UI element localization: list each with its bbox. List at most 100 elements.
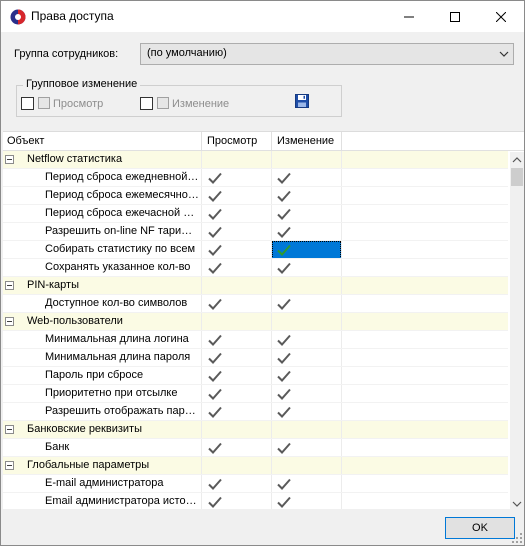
table-row[interactable]: Доступное кол-во символов [3,295,508,313]
scroll-down-icon[interactable] [512,500,522,508]
view-check-icon[interactable] [208,406,222,418]
group-edit-state [157,97,169,109]
edit-check-icon[interactable] [277,226,291,238]
table-row[interactable]: Сохранять указанное кол-во [3,259,508,277]
app-icon [10,9,26,25]
table-row[interactable]: Разрешить on-line NF тарифицирование [3,223,508,241]
view-check-icon[interactable] [208,496,222,508]
row-object-label: Пароль при сбросе [45,369,144,381]
group-change-legend: Групповое изменение [23,78,141,90]
grid-header: Объект Просмотр Изменение [3,132,524,151]
view-check-icon[interactable] [208,226,222,238]
row-object-label: Доступное кол-во символов [45,297,188,309]
scroll-up-icon[interactable] [512,156,522,164]
edit-check-icon[interactable] [277,406,291,418]
group-view-state [38,97,50,109]
view-check-icon[interactable] [208,172,222,184]
view-check-icon[interactable] [208,262,222,274]
group-row[interactable]: PIN-карты [3,277,508,295]
group-row[interactable]: Netflow статистика [3,151,508,169]
view-check-icon[interactable] [208,478,222,490]
edit-check-icon[interactable] [277,244,291,256]
vertical-scrollbar[interactable] [510,152,524,509]
view-check-icon[interactable] [208,352,222,364]
edit-check-icon[interactable] [277,496,291,508]
chevron-down-icon [499,51,509,57]
collapse-icon[interactable] [5,425,14,434]
title-bar[interactable]: Права доступа [1,1,524,32]
edit-check-icon[interactable] [277,442,291,454]
table-row[interactable]: Приоритетно при отсылке [3,385,508,403]
table-row[interactable]: Email администратора историй [3,493,508,509]
edit-check-icon[interactable] [277,388,291,400]
view-check-icon[interactable] [208,208,222,220]
view-check-icon[interactable] [208,370,222,382]
resize-grip-icon[interactable] [512,533,522,543]
close-icon [496,11,506,22]
edit-check-icon[interactable] [277,208,291,220]
table-row[interactable]: Банк [3,439,508,457]
row-object-label: Приоритетно при отсылке [45,387,178,399]
minimize-button[interactable] [386,1,432,32]
row-object-label: Сохранять указанное кол-во [45,261,191,273]
table-row[interactable]: E-mail администратора [3,475,508,493]
table-row[interactable]: Собирать статистику по всем [3,241,508,259]
edit-check-icon[interactable] [277,370,291,382]
row-object-label: Минимальная длина логина [45,333,189,345]
ok-button[interactable]: OK [445,517,515,539]
edit-check-icon[interactable] [277,352,291,364]
row-object-label: Банк [45,441,70,453]
row-object-label: Минимальная длина пароля [45,351,191,363]
minimize-icon [404,16,414,17]
group-row-label: Банковские реквизиты [27,423,142,435]
permissions-dialog: Права доступа Группа сотрудников: (по ум… [0,0,525,546]
scrollbar-thumb[interactable] [511,168,523,186]
collapse-icon[interactable] [5,281,14,290]
edit-check-icon[interactable] [277,262,291,274]
table-row[interactable]: Разрешить отображать пароль [3,403,508,421]
column-header-edit[interactable]: Изменение [277,135,334,147]
row-object-label: Разрешить on-line NF тарифицирование [45,225,199,237]
group-row[interactable]: Глобальные параметры [3,457,508,475]
employee-group-value: (по умолчанию) [147,47,227,59]
row-object-label: Собирать статистику по всем [45,243,196,255]
maximize-button[interactable] [432,1,478,32]
employee-group-select[interactable]: (по умолчанию) [140,43,514,65]
collapse-icon[interactable] [5,317,14,326]
collapse-icon[interactable] [5,461,14,470]
table-row[interactable]: Период сброса ежедневной статистики [3,169,508,187]
row-object-label: E-mail администратора [45,477,164,489]
row-object-label: Период сброса ежедневной статистики [45,171,199,183]
table-row[interactable]: Пароль при сбросе [3,367,508,385]
permissions-grid: Объект Просмотр Изменение Netflow статис… [3,131,524,509]
group-edit-checkbox[interactable] [140,97,153,110]
close-button[interactable] [478,1,524,32]
column-header-object[interactable]: Объект [7,135,44,147]
group-row-label: PIN-карты [27,279,79,291]
row-object-label: Разрешить отображать пароль [45,405,199,417]
save-icon[interactable] [295,94,309,108]
edit-check-icon[interactable] [277,334,291,346]
row-object-label: Период сброса ежечасной статистики [45,207,199,219]
edit-check-icon[interactable] [277,478,291,490]
group-row[interactable]: Банковские реквизиты [3,421,508,439]
view-check-icon[interactable] [208,388,222,400]
view-check-icon[interactable] [208,334,222,346]
table-row[interactable]: Минимальная длина логина [3,331,508,349]
view-check-icon[interactable] [208,442,222,454]
table-row[interactable]: Минимальная длина пароля [3,349,508,367]
table-row[interactable]: Период сброса ежемесячной статистики [3,187,508,205]
table-row[interactable]: Период сброса ежечасной статистики [3,205,508,223]
view-check-icon[interactable] [208,298,222,310]
view-check-icon[interactable] [208,190,222,202]
collapse-icon[interactable] [5,155,14,164]
view-check-icon[interactable] [208,244,222,256]
column-header-view[interactable]: Просмотр [207,135,257,147]
edit-check-icon[interactable] [277,172,291,184]
edit-check-icon[interactable] [277,298,291,310]
group-row-label: Глобальные параметры [27,459,150,471]
group-row[interactable]: Web-пользователи [3,313,508,331]
group-view-checkbox[interactable] [21,97,34,110]
group-row-label: Netflow статистика [27,153,123,165]
edit-check-icon[interactable] [277,190,291,202]
